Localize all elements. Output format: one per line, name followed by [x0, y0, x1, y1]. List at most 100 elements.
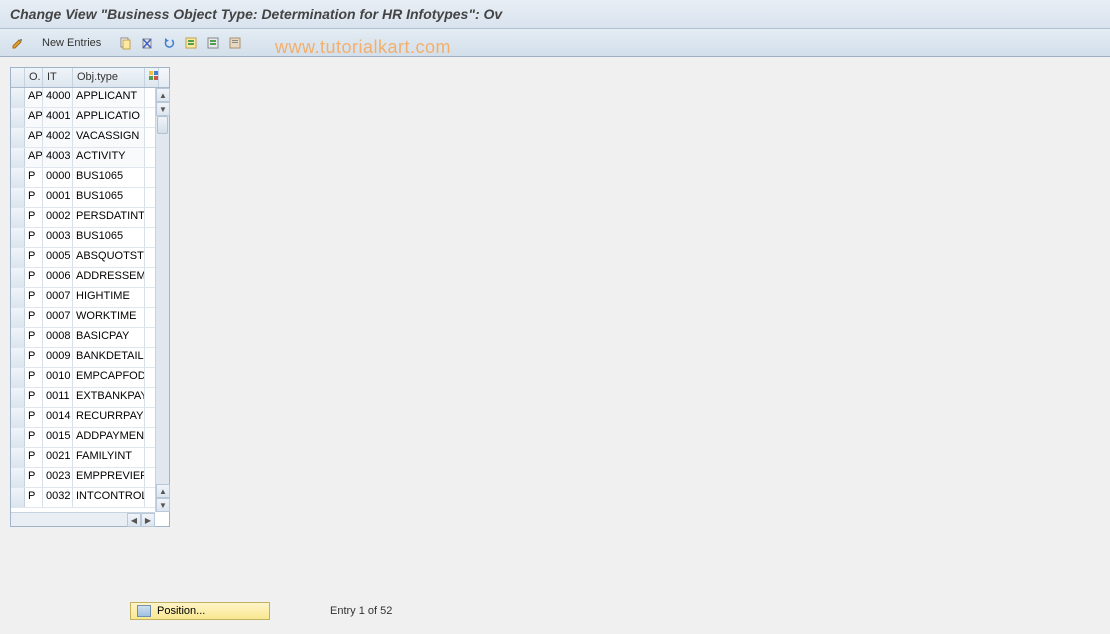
cell-obj[interactable]: INTCONTROL: [73, 488, 145, 507]
cell-it[interactable]: 0015: [43, 428, 73, 447]
select-all-icon[interactable]: [181, 33, 201, 53]
cell-obj[interactable]: BUS1065: [73, 168, 145, 187]
table-row[interactable]: P0007WORKTIME: [11, 308, 169, 328]
vertical-scrollbar[interactable]: ▲ ▼ ▲ ▼: [155, 88, 169, 512]
row-selector[interactable]: [11, 488, 25, 507]
cell-it[interactable]: 0009: [43, 348, 73, 367]
cell-o[interactable]: P: [25, 488, 43, 507]
table-row[interactable]: P0008BASICPAY: [11, 328, 169, 348]
cell-o[interactable]: P: [25, 268, 43, 287]
column-header-it[interactable]: IT: [43, 68, 73, 87]
cell-it[interactable]: 4002: [43, 128, 73, 147]
cell-obj[interactable]: ACTIVITY: [73, 148, 145, 167]
table-row[interactable]: P0000BUS1065: [11, 168, 169, 188]
scroll-thumb[interactable]: [157, 116, 168, 134]
cell-it[interactable]: 0007: [43, 308, 73, 327]
cell-it[interactable]: 0001: [43, 188, 73, 207]
row-selector[interactable]: [11, 428, 25, 447]
delete-icon[interactable]: [137, 33, 157, 53]
row-selector[interactable]: [11, 148, 25, 167]
cell-obj[interactable]: BASICPAY: [73, 328, 145, 347]
column-header-obj[interactable]: Obj.type: [73, 68, 145, 87]
row-selector[interactable]: [11, 128, 25, 147]
table-row[interactable]: P0006ADDRESSEMP: [11, 268, 169, 288]
cell-obj[interactable]: APPLICATIO: [73, 108, 145, 127]
row-selector[interactable]: [11, 108, 25, 127]
cell-o[interactable]: AP: [25, 128, 43, 147]
cell-obj[interactable]: ADDPAYMENT: [73, 428, 145, 447]
cell-it[interactable]: 0021: [43, 448, 73, 467]
cell-o[interactable]: AP: [25, 88, 43, 107]
table-row[interactable]: AP4000APPLICANT: [11, 88, 169, 108]
cell-it[interactable]: 0011: [43, 388, 73, 407]
table-row[interactable]: P0023EMPPREVIER: [11, 468, 169, 488]
cell-o[interactable]: P: [25, 468, 43, 487]
cell-it[interactable]: 0023: [43, 468, 73, 487]
table-row[interactable]: P0009BANKDETAIL: [11, 348, 169, 368]
cell-o[interactable]: P: [25, 208, 43, 227]
row-selector[interactable]: [11, 248, 25, 267]
scroll-track[interactable]: [156, 116, 169, 484]
cell-o[interactable]: P: [25, 288, 43, 307]
row-selector[interactable]: [11, 188, 25, 207]
cell-obj[interactable]: APPLICANT: [73, 88, 145, 107]
table-row[interactable]: P0014RECURRPAY: [11, 408, 169, 428]
cell-it[interactable]: 4003: [43, 148, 73, 167]
cell-o[interactable]: P: [25, 168, 43, 187]
cell-obj[interactable]: EXTBANKPAY: [73, 388, 145, 407]
cell-it[interactable]: 4001: [43, 108, 73, 127]
table-row[interactable]: AP4001APPLICATIO: [11, 108, 169, 128]
deselect-all-icon[interactable]: [203, 33, 223, 53]
column-header-select[interactable]: [11, 68, 25, 87]
table-row[interactable]: P0032INTCONTROL: [11, 488, 169, 508]
cell-o[interactable]: P: [25, 448, 43, 467]
horizontal-scrollbar[interactable]: ◀ ▶: [11, 512, 155, 526]
cell-obj[interactable]: BUS1065: [73, 228, 145, 247]
scroll-page-up-icon[interactable]: ▲: [156, 484, 170, 498]
scroll-down-arrow-icon[interactable]: ▼: [156, 102, 170, 116]
cell-o[interactable]: P: [25, 328, 43, 347]
cell-obj[interactable]: HIGHTIME: [73, 288, 145, 307]
cell-obj[interactable]: ADDRESSEMP: [73, 268, 145, 287]
scroll-up-arrow-icon[interactable]: ▲: [156, 88, 170, 102]
position-button[interactable]: Position...: [130, 602, 270, 620]
cell-o[interactable]: P: [25, 228, 43, 247]
copy-icon[interactable]: [115, 33, 135, 53]
cell-obj[interactable]: FAMILYINT: [73, 448, 145, 467]
row-selector[interactable]: [11, 408, 25, 427]
cell-o[interactable]: P: [25, 408, 43, 427]
cell-o[interactable]: AP: [25, 108, 43, 127]
row-selector[interactable]: [11, 368, 25, 387]
row-selector[interactable]: [11, 268, 25, 287]
cell-it[interactable]: 0008: [43, 328, 73, 347]
scroll-page-down-icon[interactable]: ▼: [156, 498, 170, 512]
cell-obj[interactable]: EMPCAPFODE: [73, 368, 145, 387]
table-row[interactable]: P0003BUS1065: [11, 228, 169, 248]
cell-it[interactable]: 0032: [43, 488, 73, 507]
cell-it[interactable]: 0006: [43, 268, 73, 287]
cell-o[interactable]: P: [25, 248, 43, 267]
cell-obj[interactable]: WORKTIME: [73, 308, 145, 327]
cell-it[interactable]: 0010: [43, 368, 73, 387]
cell-obj[interactable]: BUS1065: [73, 188, 145, 207]
row-selector[interactable]: [11, 208, 25, 227]
table-row[interactable]: AP4003ACTIVITY: [11, 148, 169, 168]
row-selector[interactable]: [11, 308, 25, 327]
row-selector[interactable]: [11, 468, 25, 487]
cell-obj[interactable]: PERSDATINT: [73, 208, 145, 227]
cell-it[interactable]: 0002: [43, 208, 73, 227]
row-selector[interactable]: [11, 168, 25, 187]
table-row[interactable]: P0011EXTBANKPAY: [11, 388, 169, 408]
column-header-o[interactable]: O.: [25, 68, 43, 87]
row-selector[interactable]: [11, 388, 25, 407]
cell-it[interactable]: 0007: [43, 288, 73, 307]
table-row[interactable]: P0021FAMILYINT: [11, 448, 169, 468]
row-selector[interactable]: [11, 348, 25, 367]
table-row[interactable]: P0010EMPCAPFODE: [11, 368, 169, 388]
cell-o[interactable]: P: [25, 368, 43, 387]
cell-o[interactable]: P: [25, 428, 43, 447]
row-selector[interactable]: [11, 328, 25, 347]
undo-icon[interactable]: [159, 33, 179, 53]
cell-it[interactable]: 4000: [43, 88, 73, 107]
table-row[interactable]: AP4002VACASSIGN: [11, 128, 169, 148]
